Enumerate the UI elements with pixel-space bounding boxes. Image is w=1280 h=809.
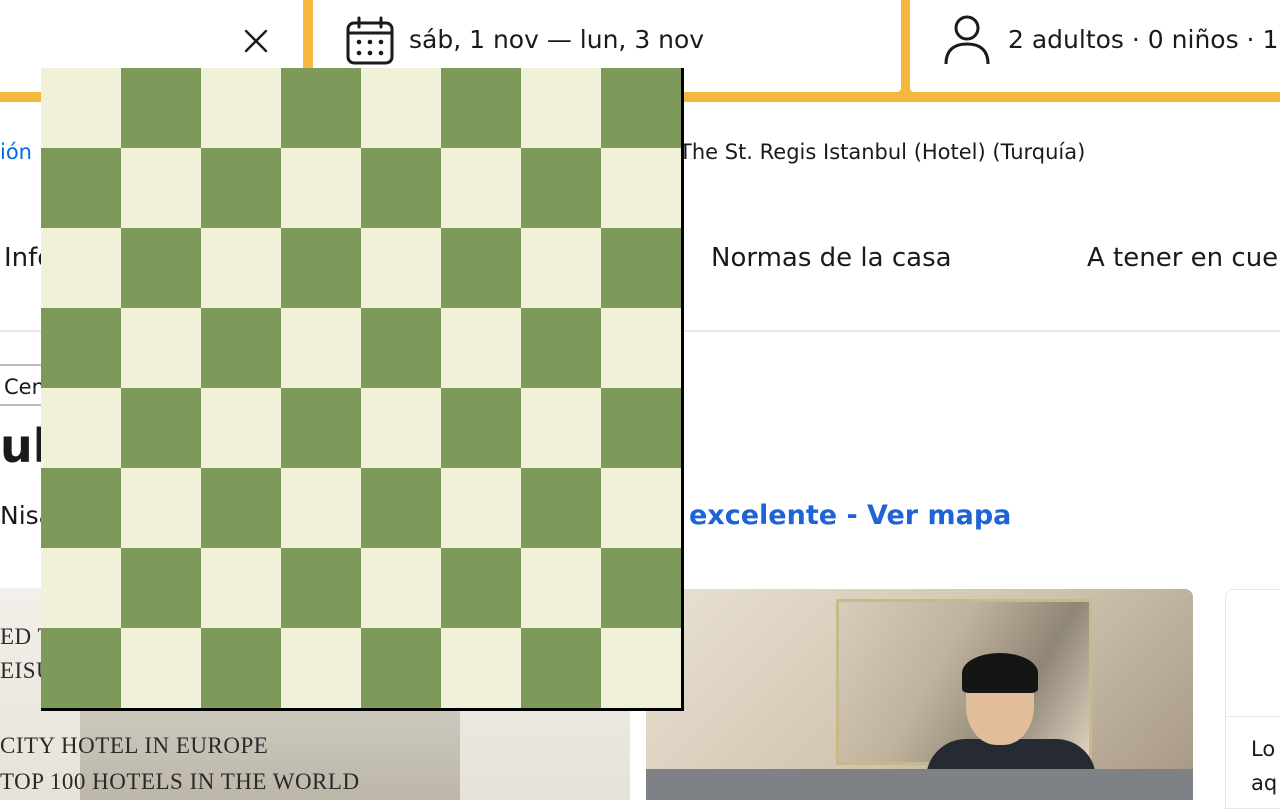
light-square[interactable]	[441, 308, 521, 388]
light-square[interactable]	[601, 148, 681, 228]
dark-square[interactable]	[121, 68, 201, 148]
tab-notice[interactable]: A tener en cuenta	[1087, 226, 1280, 290]
photo-caption-line: CITY HOTEL IN EUROPE	[0, 733, 269, 758]
light-square[interactable]	[201, 548, 281, 628]
desk	[646, 769, 1193, 800]
light-square[interactable]	[121, 628, 201, 708]
dark-square[interactable]	[121, 228, 201, 308]
dark-square[interactable]	[601, 388, 681, 468]
light-square[interactable]	[441, 148, 521, 228]
dark-square[interactable]	[601, 548, 681, 628]
light-square[interactable]	[601, 628, 681, 708]
dark-square[interactable]	[41, 308, 121, 388]
review-snippet-line: Lo	[1251, 737, 1276, 761]
close-icon[interactable]	[242, 27, 270, 55]
light-square[interactable]	[361, 548, 441, 628]
dark-square[interactable]	[521, 628, 601, 708]
hotel-photo-staff[interactable]	[646, 589, 1193, 800]
dark-square[interactable]	[361, 148, 441, 228]
light-square[interactable]	[521, 388, 601, 468]
hair	[962, 653, 1038, 693]
chessboard-overlay[interactable]	[41, 68, 684, 711]
dark-square[interactable]	[201, 628, 281, 708]
light-square[interactable]	[521, 228, 601, 308]
light-square[interactable]	[121, 308, 201, 388]
dark-square[interactable]	[121, 548, 201, 628]
dark-square[interactable]	[121, 388, 201, 468]
card-divider	[1226, 716, 1280, 717]
light-square[interactable]	[441, 628, 521, 708]
dark-square[interactable]	[281, 68, 361, 148]
dark-square[interactable]	[41, 468, 121, 548]
dark-square[interactable]	[521, 308, 601, 388]
light-square[interactable]	[521, 68, 601, 148]
dark-square[interactable]	[201, 468, 281, 548]
dark-square[interactable]	[281, 228, 361, 308]
side-review-card[interactable]: Lo aq	[1225, 589, 1280, 809]
light-square[interactable]	[441, 468, 521, 548]
dark-square[interactable]	[521, 148, 601, 228]
dark-square[interactable]	[361, 628, 441, 708]
light-square[interactable]	[361, 388, 441, 468]
light-square[interactable]	[201, 228, 281, 308]
light-square[interactable]	[201, 388, 281, 468]
dark-square[interactable]	[441, 388, 521, 468]
tab-house-rules[interactable]: Normas de la casa	[711, 226, 952, 290]
light-square[interactable]	[41, 548, 121, 628]
review-snippet-line: aq	[1251, 771, 1278, 795]
light-square[interactable]	[201, 68, 281, 148]
light-square[interactable]	[41, 388, 121, 468]
dark-square[interactable]	[41, 628, 121, 708]
light-square[interactable]	[601, 308, 681, 388]
person-icon	[944, 15, 990, 65]
light-square[interactable]	[281, 148, 361, 228]
dark-square[interactable]	[601, 68, 681, 148]
dark-square[interactable]	[281, 548, 361, 628]
dark-square[interactable]	[521, 468, 601, 548]
photo-caption-line: TOP 100 HOTELS IN THE WORLD	[0, 769, 360, 794]
dark-square[interactable]	[281, 388, 361, 468]
dark-square[interactable]	[361, 308, 441, 388]
light-square[interactable]	[121, 468, 201, 548]
light-square[interactable]	[281, 628, 361, 708]
light-square[interactable]	[601, 468, 681, 548]
light-square[interactable]	[361, 228, 441, 308]
guests-field[interactable]: 2 adultos · 0 niños · 1	[910, 0, 1280, 92]
review-snippet: Lo aq	[1251, 732, 1277, 800]
guests-label: 2 adultos · 0 niños · 1	[1008, 25, 1279, 54]
light-square[interactable]	[281, 468, 361, 548]
dark-square[interactable]	[201, 308, 281, 388]
light-square[interactable]	[361, 68, 441, 148]
dates-label: sáb, 1 nov — lun, 3 nov	[409, 25, 705, 54]
dark-square[interactable]	[361, 468, 441, 548]
light-square[interactable]	[121, 148, 201, 228]
dark-square[interactable]	[201, 148, 281, 228]
dark-square[interactable]	[441, 68, 521, 148]
breadcrumb-current: The St. Regis Istanbul (Hotel) (Turquía)	[679, 140, 1086, 164]
light-square[interactable]	[41, 68, 121, 148]
dark-square[interactable]	[41, 148, 121, 228]
map-link[interactable]: excelente - Ver mapa	[689, 498, 1011, 534]
dark-square[interactable]	[601, 228, 681, 308]
light-square[interactable]	[41, 228, 121, 308]
light-square[interactable]	[281, 308, 361, 388]
dark-square[interactable]	[441, 548, 521, 628]
breadcrumb-link[interactable]: ión	[0, 136, 32, 168]
calendar-icon	[346, 16, 394, 65]
light-square[interactable]	[521, 548, 601, 628]
dark-square[interactable]	[441, 228, 521, 308]
